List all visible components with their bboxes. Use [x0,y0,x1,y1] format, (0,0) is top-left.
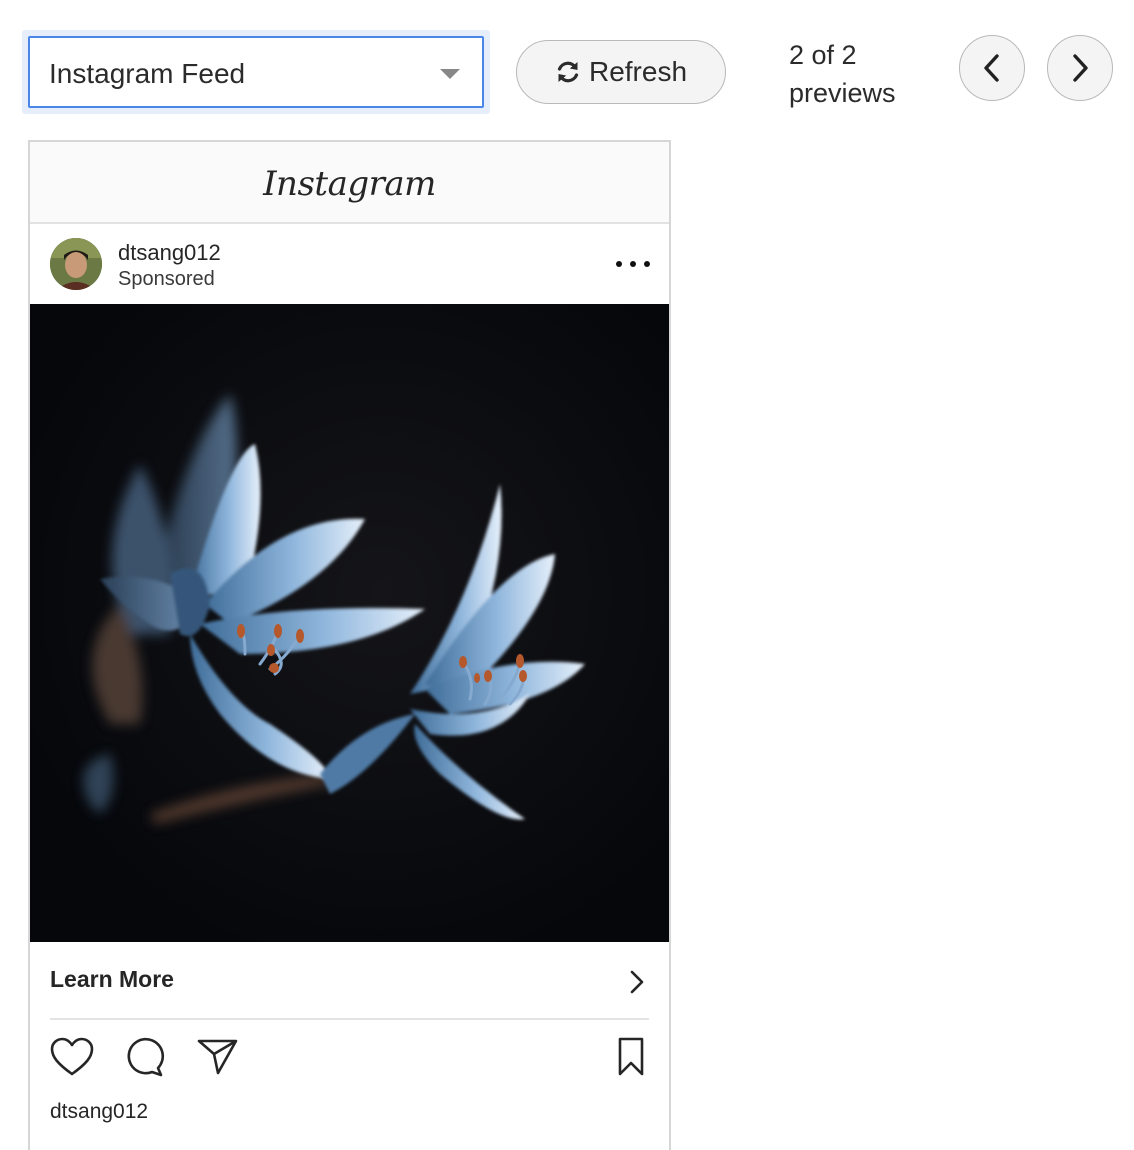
caption-username[interactable]: dtsang012 [50,1100,148,1124]
post-username[interactable]: dtsang012 [118,240,221,266]
caret-down-icon [440,69,460,79]
next-preview-button[interactable] [1047,35,1113,101]
post-image-blue-lily [30,304,669,942]
refresh-button[interactable]: Refresh [516,40,726,104]
bookmark-icon[interactable] [616,1036,646,1078]
format-select-value: Instagram Feed [49,58,246,89]
format-select-focus-ring: Instagram Feed [22,30,490,114]
preview-counter-count: 2 of 2 [789,40,857,70]
more-dot [644,261,650,267]
sponsored-label: Sponsored [118,268,215,290]
format-select[interactable]: Instagram Feed [28,36,484,108]
learn-more-label: Learn More [50,966,174,992]
post-header: dtsang012 Sponsored [30,224,669,304]
more-options-icon[interactable] [616,254,650,274]
preview-counter: 2 of 2 previews [789,36,929,112]
instagram-feed-preview: Instagram dtsang012 Sponsored Learn More… [28,140,671,1150]
previous-preview-button[interactable] [959,35,1025,101]
instagram-header: Instagram [30,142,669,224]
refresh-icon [557,61,579,83]
more-dot [630,261,636,267]
learn-more-button[interactable]: Learn More [30,942,669,1020]
chevron-right-icon [1073,54,1088,82]
preview-toolbar: Instagram Feed Refresh 2 of 2 previews [0,0,1134,130]
heart-icon[interactable] [48,1036,96,1078]
preview-counter-unit: previews [789,78,896,108]
chevron-right-icon [630,970,644,994]
comment-bubble-icon[interactable] [122,1036,166,1078]
more-dot [616,261,622,267]
refresh-button-label: Refresh [588,56,688,87]
avatar [50,238,102,290]
post-actions [30,1020,669,1090]
paper-plane-icon[interactable] [196,1036,240,1078]
chevron-left-icon [984,54,999,82]
instagram-logo: Instagram [263,164,436,204]
avatar-photo [50,238,102,290]
